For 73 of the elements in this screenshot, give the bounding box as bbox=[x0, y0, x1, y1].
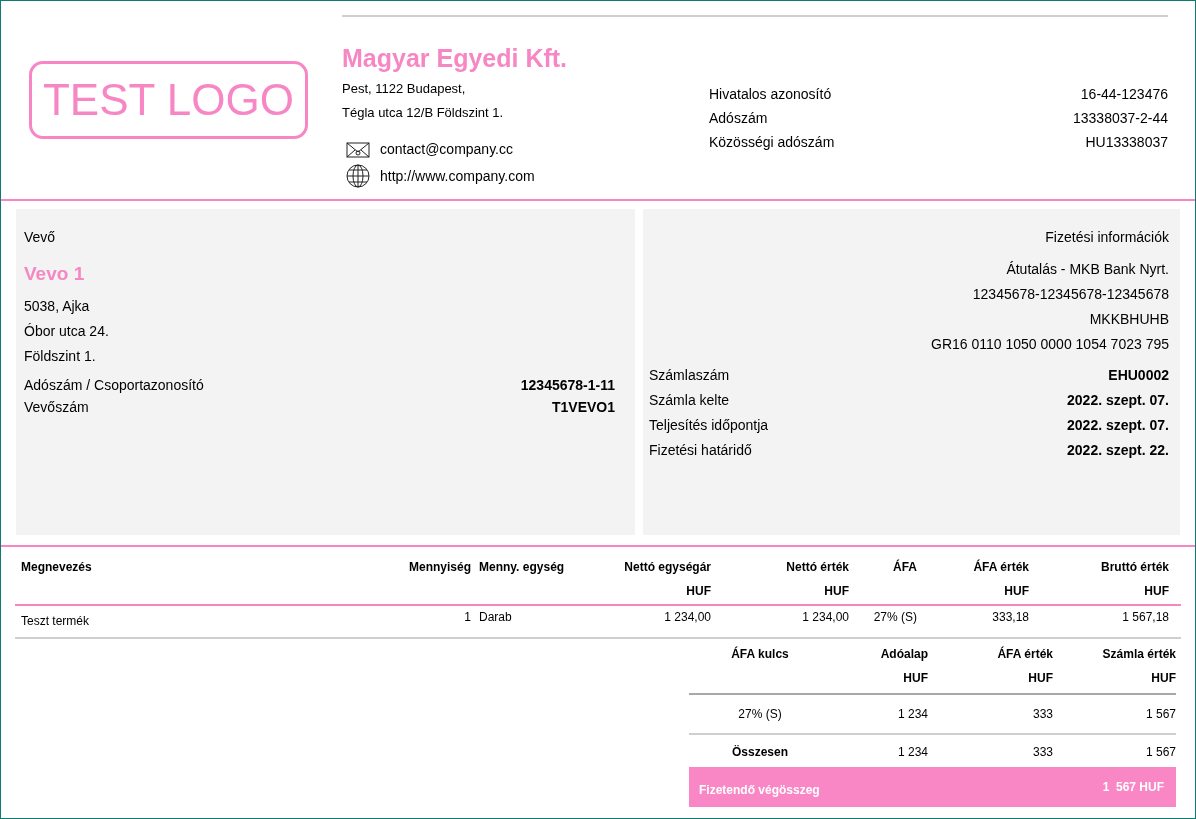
logo: TEST LOGO bbox=[29, 61, 308, 139]
column-header: Nettó egységár bbox=[623, 559, 711, 576]
table-cell: 333 bbox=[1032, 745, 1053, 759]
table-cell: Teszt termék bbox=[21, 614, 89, 628]
field-value: 12345678-1-11 bbox=[520, 375, 615, 394]
address-line: Pest, 1122 Budapest, bbox=[342, 81, 467, 97]
table-cell: 1 234 bbox=[897, 745, 928, 759]
address-line: Óbor utca 24. bbox=[24, 321, 110, 341]
column-header: Megnevezés bbox=[21, 559, 93, 576]
field-value: 2022. szept. 07. bbox=[1067, 391, 1169, 410]
currency-label: HUF bbox=[685, 583, 711, 600]
id-value: 16-44-123476 bbox=[1080, 85, 1168, 103]
globe-icon bbox=[346, 164, 370, 188]
column-header: Mennyiség bbox=[408, 559, 471, 576]
payable-value: 1 567 HUF bbox=[1102, 779, 1164, 796]
payment-line: GR16 0110 1050 0000 1054 7023 795 bbox=[930, 335, 1169, 354]
column-header: Nettó érték bbox=[785, 559, 849, 576]
total-label: Összesen bbox=[731, 745, 788, 759]
table-cell: 1 234 bbox=[897, 707, 928, 721]
table-cell: 27% (S) bbox=[873, 610, 917, 624]
payable-label: Fizetendő végösszeg bbox=[699, 782, 820, 799]
field-label: Vevőszám bbox=[24, 397, 89, 416]
website-link[interactable]: http://www.company.com bbox=[380, 165, 535, 187]
field-label: Számla kelte bbox=[649, 391, 730, 410]
field-value: 2022. szept. 22. bbox=[1067, 441, 1169, 460]
payment-line: Átutalás - MKB Bank Nyrt. bbox=[1005, 260, 1169, 279]
table-cell: 1 bbox=[464, 610, 471, 624]
currency-label: HUF bbox=[1150, 670, 1176, 687]
payment-line: 12345678-12345678-12345678 bbox=[971, 285, 1169, 304]
table-cell: Darab bbox=[479, 610, 512, 624]
table-cell: 1 567,18 bbox=[1122, 610, 1169, 624]
table-cell: 333,18 bbox=[992, 610, 1029, 624]
address-line: Földszint 1. bbox=[24, 346, 97, 366]
currency-label: HUF bbox=[902, 670, 928, 687]
table-cell: 333 bbox=[1032, 707, 1053, 721]
envelope-icon bbox=[346, 141, 370, 158]
field-label: Fizetési határidő bbox=[649, 441, 752, 460]
table-cell: 1 234,00 bbox=[802, 610, 849, 624]
column-header: ÁFA érték bbox=[972, 558, 1029, 576]
field-value: T1VEVO1 bbox=[551, 397, 615, 416]
id-label: Hivatalos azonosító bbox=[709, 85, 832, 103]
address-line: Tégla utca 12/B Földszint 1. bbox=[342, 105, 505, 121]
column-header: Menny. egység bbox=[479, 559, 566, 576]
table-cell: 27% (S) bbox=[738, 707, 782, 721]
column-header: ÁFA kulcs bbox=[730, 645, 790, 663]
field-label: Adószám / Csoportazonosító bbox=[24, 375, 204, 394]
company-name: Magyar Egyedi Kft. bbox=[342, 43, 569, 73]
column-header: Adóalap bbox=[879, 646, 928, 663]
field-value: EHU0002 bbox=[1108, 366, 1169, 385]
buyer-heading: Vevő bbox=[24, 228, 57, 247]
table-cell: 1 567 bbox=[1145, 707, 1176, 721]
field-label: Teljesítés időpontja bbox=[649, 416, 769, 435]
table-cell: 1 567 bbox=[1145, 745, 1176, 759]
column-header: Bruttó érték bbox=[1100, 559, 1169, 576]
column-header: ÁFA bbox=[892, 558, 917, 576]
table-cell: 1 234,00 bbox=[664, 610, 711, 624]
currency-label: HUF bbox=[823, 583, 849, 600]
id-value: HU13338037 bbox=[1085, 133, 1168, 151]
id-label: Közösségi adószám bbox=[709, 133, 835, 151]
field-value: 2022. szept. 07. bbox=[1067, 416, 1169, 435]
id-label: Adószám bbox=[709, 109, 768, 127]
email-link[interactable]: contact@company.cc bbox=[380, 139, 513, 160]
currency-label: HUF bbox=[1027, 670, 1053, 687]
address-line: 5038, Ajka bbox=[24, 296, 91, 316]
payment-heading: Fizetési információk bbox=[1044, 228, 1169, 247]
id-value: 13338037-2-44 bbox=[1073, 109, 1168, 127]
column-header: ÁFA érték bbox=[996, 645, 1053, 663]
currency-label: HUF bbox=[1003, 583, 1029, 600]
column-header: Számla érték bbox=[1101, 646, 1176, 663]
currency-label: HUF bbox=[1143, 583, 1169, 600]
buyer-name: Vevo 1 bbox=[24, 262, 86, 286]
field-label: Számlaszám bbox=[649, 366, 730, 385]
payment-line: MKKBHUHB bbox=[1088, 310, 1169, 329]
